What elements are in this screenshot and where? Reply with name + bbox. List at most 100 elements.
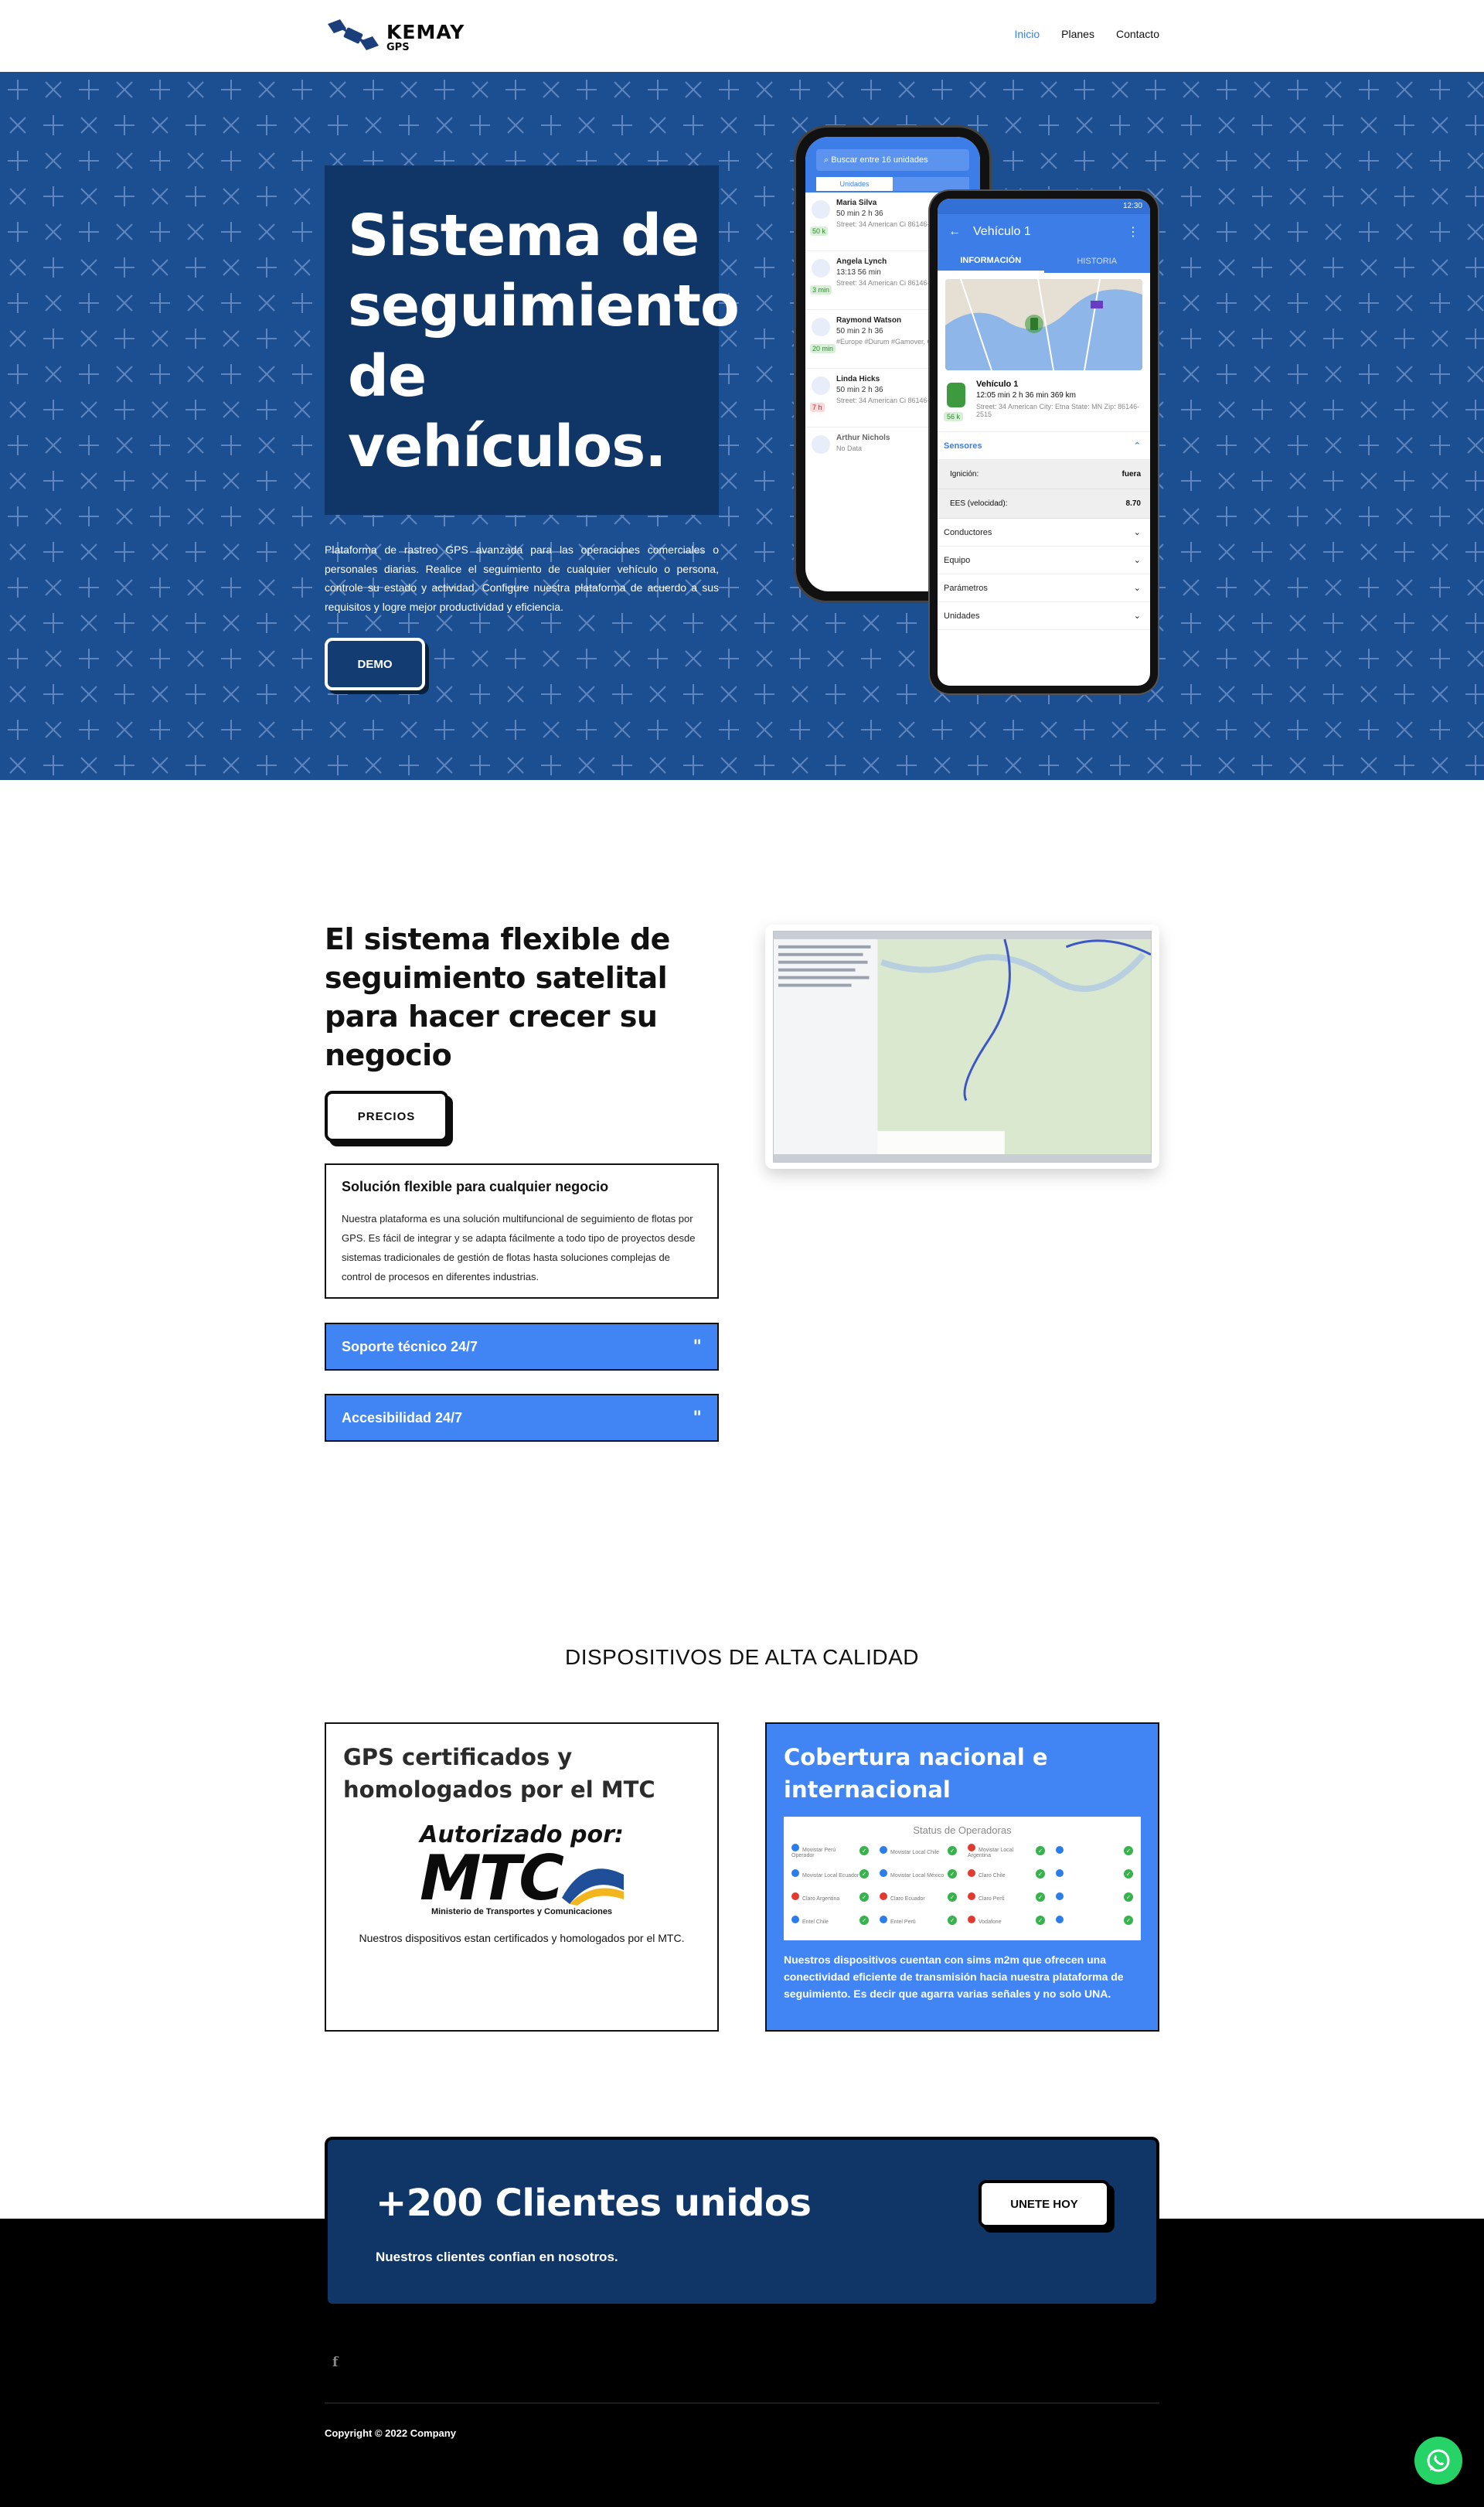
operator-status: Claro Ecuador ✓ [876,1889,960,1906]
nav-contacto[interactable]: Contacto [1116,28,1159,40]
sensor-row: Ignición: fuera [938,460,1150,489]
mtc-wave-icon [561,1868,624,1906]
section-row: Parámetros ⌄ [938,574,1150,602]
operator-status: Claro Argentina ✓ [788,1889,872,1906]
check-icon: ✓ [1124,1892,1133,1902]
dog-icon [812,318,830,336]
app-tab-unidades: Unidades [816,177,893,191]
card-text: Nuestros dispositivos estan certificados… [359,1932,685,1944]
card-title: Cobertura nacional e internacional [784,1744,1048,1803]
operator-status: ✓ [1053,1842,1136,1859]
card-text: Nuestros dispositivos cuentan con sims m… [784,1953,1124,2000]
operator-status: Movistar Perú Operador ✓ [788,1842,872,1859]
section-row: Equipo ⌄ [938,547,1150,574]
whatsapp-icon[interactable] [1414,2437,1462,2485]
operator-status: ✓ [1053,1889,1136,1906]
car-icon [812,259,830,278]
check-icon: ✓ [1036,1892,1045,1902]
chevron-down-icon: ⌄ [1133,556,1141,565]
operator-status: Movistar Local México ✓ [876,1865,960,1882]
check-icon: ✓ [1036,1846,1045,1855]
cross-pattern-background [0,72,1484,780]
back-arrow-icon: ← [948,225,961,238]
check-icon: ✓ [948,1846,957,1855]
check-icon: ✓ [948,1869,957,1879]
check-icon: ✓ [1124,1869,1133,1879]
sensors-section: Sensores ⌃ [938,432,1150,460]
operator-status: Movistar Local Argentina ✓ [965,1842,1048,1859]
logo-sub: GPS [386,41,410,53]
quote-icon: " [693,1337,702,1357]
feature-title: Solución flexible para cualquier negocio [342,1179,609,1194]
cta-banner: +200 Clientes unidos Nuestros clientes c… [325,2137,1159,2307]
chevron-down-icon: ⌄ [1133,584,1141,593]
search-icon: ⌕ [824,155,832,165]
hero-description: Plataforma de rastreo GPS avanzada para … [325,543,719,613]
status-bar: 12:30 [938,199,1150,214]
facebook-icon[interactable]: f [332,2355,338,2370]
accordion-accesibilidad[interactable]: Accesibilidad 24/7 " [325,1394,719,1442]
check-icon: ✓ [859,1846,869,1855]
chevron-down-icon: ⌄ [1133,528,1141,537]
card-title: GPS certificados y homologados por el MT… [343,1744,655,1803]
chevron-down-icon: ⌄ [1133,611,1141,621]
hero-title-box: Sistema de seguimiento de vehículos. [325,165,740,515]
site-header: KEMAY GPS Inicio Planes Contacto [0,0,1484,72]
operator-status: Claro Chile ✓ [965,1865,1048,1882]
nav-inicio[interactable]: Inicio [1014,28,1040,40]
check-icon: ✓ [859,1916,869,1925]
operator-status: Entel Perú ✓ [876,1912,960,1929]
mtc-logo: Autorizado por: MTC Ministerio de Transp… [420,1821,624,1916]
section-row: Unidades ⌄ [938,602,1150,630]
nav-planes[interactable]: Planes [1061,28,1094,40]
feature-box: Solución flexible para cualquier negocio… [325,1163,719,1299]
phone-mockup-detail: 12:30 ← Vehículo 1 ⋮ INFORMACIÓN HISTORI… [930,191,1158,693]
check-icon: ✓ [948,1892,957,1902]
main-nav: Inicio Planes Contacto [1014,28,1159,40]
operator-status: Vodafone ✓ [965,1912,1048,1929]
operator-status: Claro Perú ✓ [965,1889,1048,1906]
platform-screenshot [765,925,1159,1169]
accordion-soporte[interactable]: Soporte técnico 24/7 " [325,1323,719,1371]
car-icon [947,383,965,407]
check-icon: ✓ [1036,1869,1045,1879]
logo-name: KEMAY [386,20,465,43]
app-search-bar: ⌕ Buscar entre 16 unidades [816,149,969,171]
check-icon: ✓ [1036,1916,1045,1925]
join-button[interactable]: UNETE HOY [979,2180,1110,2228]
feature-text: Nuestra plataforma es una solución multi… [342,1213,696,1282]
card-coverage: Cobertura nacional e internacional Statu… [765,1722,1159,2032]
chevron-up-icon: ⌃ [1133,441,1141,451]
check-icon: ✓ [859,1892,869,1902]
operators-status-table: Status de Operadoras Movistar Perú Opera… [784,1817,1141,1940]
satellite-icon [328,19,379,50]
operator-status: ✓ [1053,1912,1136,1929]
vehicle-summary: 56 k Vehículo 1 12:05 min 2 h 36 min 369… [938,376,1150,432]
app-title: Vehículo 1 [973,225,1031,238]
app-tab-informacion: INFORMACIÓN [938,250,1044,273]
devices-heading: DISPOSITIVOS DE ALTA CALIDAD [565,1645,919,1669]
check-icon: ✓ [948,1916,957,1925]
check-icon: ✓ [1124,1916,1133,1925]
card-mtc: GPS certificados y homologados por el MT… [325,1722,719,2032]
operator-status: ✓ [1053,1865,1136,1882]
demo-button[interactable]: DEMO [325,638,425,690]
map-screenshot-image [774,932,1151,1162]
operator-status: Movistar Local Ecuador ✓ [788,1865,872,1882]
hero-section: Sistema de seguimiento de vehículos. Pla… [0,72,1484,780]
section-title: El sistema flexible de seguimiento satel… [325,922,670,1072]
logo[interactable]: KEMAY GPS [325,15,471,59]
person-icon [812,376,830,395]
operator-status: Movistar Local Chile ✓ [876,1842,960,1859]
map-thumbnail [945,279,1142,370]
check-icon: ✓ [859,1869,869,1879]
copyright: Copyright © 2022 Company [325,2427,456,2439]
app-tab-historia: HISTORIA [1077,257,1118,266]
quote-icon: " [693,1408,702,1428]
precios-button[interactable]: PRECIOS [325,1091,448,1142]
more-icon: ⋮ [1127,226,1139,239]
app-tab-other [893,177,969,191]
car-icon [812,435,830,454]
section-row: Conductores ⌄ [938,519,1150,547]
hero-title: Sistema de seguimiento de vehículos. [348,203,740,480]
